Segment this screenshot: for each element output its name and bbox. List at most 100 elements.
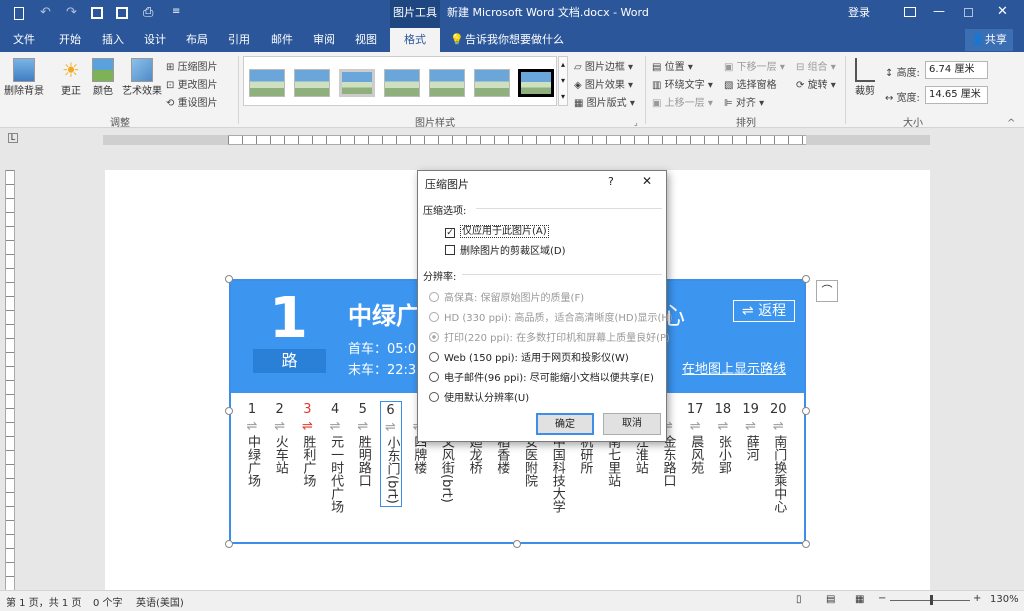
change-picture-button[interactable]: ⊡ 更改图片 (166, 76, 218, 91)
web-layout-icon[interactable]: ▦ (855, 594, 864, 605)
redo-icon[interactable]: ↷ (66, 5, 77, 20)
gallery-scroll[interactable]: ▴ ▾ ▾ (558, 56, 568, 106)
zoom-level[interactable]: 130% (990, 594, 1019, 605)
tab-home[interactable]: 开始 (52, 28, 88, 52)
word-count[interactable]: 0 个字 (93, 594, 123, 609)
selection-pane-button[interactable]: ▧ 选择窗格 (724, 76, 777, 91)
picture-border-button[interactable]: ▱ 图片边框 ▾ (574, 58, 633, 73)
artistic-effects-button[interactable]: 艺术效果 (120, 58, 164, 97)
bus-stop: 18 ⇌ 张小郢 (712, 401, 734, 474)
bring-forward-icon: ▣ (652, 98, 665, 109)
corrections-button[interactable]: ☀ 更正 (56, 58, 86, 97)
picture-style-4[interactable] (384, 69, 420, 97)
picture-style-6[interactable] (474, 69, 510, 97)
res-default-radio[interactable]: 使用默认分辨率(U) (429, 389, 529, 404)
styles-launcher-icon[interactable]: ⌟ (634, 118, 638, 127)
resize-handle-bm[interactable] (513, 540, 521, 548)
picture-style-2[interactable] (294, 69, 330, 97)
save-icon[interactable] (91, 7, 103, 19)
resize-handle-tl[interactable] (225, 275, 233, 283)
picture-style-5[interactable] (429, 69, 465, 97)
tab-review[interactable]: 审阅 (306, 28, 342, 52)
radio-icon (429, 392, 439, 402)
reset-picture-button[interactable]: ⟲ 重设图片 (166, 94, 218, 109)
layout-options-icon[interactable]: ⌒ (816, 280, 838, 302)
group-button[interactable]: ⊟ 组合 ▾ (796, 58, 836, 73)
group-icon: ⊟ (796, 62, 808, 73)
res-print-radio[interactable]: 打印(220 ppi): 在多数打印机和屏幕上质量良好(P) (429, 329, 670, 344)
res-hd-label: HD (330 ppi): 高品质，适合高清晰度(HD)显示(H) (444, 313, 673, 324)
picture-style-7[interactable] (518, 69, 554, 97)
resize-handle-br[interactable] (802, 540, 810, 548)
print-preview-icon[interactable]: ⎙ (143, 5, 153, 20)
restore-icon[interactable] (964, 8, 973, 17)
height-input[interactable]: 6.74 厘米 (925, 61, 988, 79)
ruler-text-area (228, 135, 806, 145)
read-mode-icon[interactable]: ▯ (796, 594, 802, 605)
radio-icon (429, 312, 439, 322)
apply-only-checkbox[interactable]: ✓ 仅应用于此图片(A) (445, 222, 549, 238)
direction-arrow-icon: ⇌ (717, 419, 729, 434)
rotate-button[interactable]: ⟳ 旋转 ▾ (796, 76, 836, 91)
compress-pictures-button[interactable]: ⊞ 压缩图片 (166, 58, 218, 73)
send-backward-button[interactable]: ▣ 下移一层 ▾ (724, 58, 785, 73)
color-button[interactable]: 颜色 (89, 58, 117, 97)
layout-icon: ▦ (574, 98, 587, 109)
delete-cropped-checkbox[interactable]: 删除图片的剪裁区域(D) (445, 242, 566, 257)
picture-layout-button[interactable]: ▦ 图片版式 ▾ (574, 94, 635, 109)
cancel-button[interactable]: 取消 (603, 413, 661, 435)
crop-button[interactable]: 裁剪 (850, 58, 880, 97)
zoom-slider-thumb[interactable] (930, 595, 933, 605)
picture-style-1[interactable] (249, 69, 285, 97)
ok-button[interactable]: 确定 (536, 413, 594, 435)
tab-layout[interactable]: 布局 (179, 28, 215, 52)
res-hd-radio[interactable]: HD (330 ppi): 高品质，适合高清晰度(HD)显示(H) (429, 309, 673, 324)
page-count[interactable]: 第 1 页，共 1 页 (6, 594, 81, 609)
tab-design[interactable]: 设计 (137, 28, 173, 52)
tab-references[interactable]: 引用 (221, 28, 257, 52)
resize-handle-tr[interactable] (802, 275, 810, 283)
tell-me-search[interactable]: 告诉我你想要做什么 (465, 28, 564, 52)
res-email-radio[interactable]: 电子邮件(96 ppi): 尽可能缩小文档以便共享(E) (429, 369, 654, 384)
tab-insert[interactable]: 插入 (95, 28, 131, 52)
res-high-fidelity-radio[interactable]: 高保真: 保留原始图片的质量(F) (429, 289, 584, 304)
wrap-text-button[interactable]: ▥ 环绕文字 ▾ (652, 76, 713, 91)
undo-icon[interactable]: ↶ (40, 5, 51, 20)
tab-file[interactable]: 文件 (6, 28, 42, 52)
selection-pane-label: 选择窗格 (736, 80, 777, 91)
share-button[interactable]: 👤共享 (965, 29, 1013, 51)
position-button[interactable]: ▤ 位置 ▾ (652, 58, 693, 73)
minimize-icon[interactable]: — (933, 4, 945, 18)
align-button[interactable]: ⊫ 对齐 ▾ (724, 94, 764, 109)
save-as-icon[interactable] (116, 7, 128, 19)
resize-handle-ml[interactable] (225, 407, 233, 415)
tab-format[interactable]: 格式 (390, 28, 440, 52)
direction-arrow-icon: ⇌ (357, 419, 369, 434)
resize-handle-bl[interactable] (225, 540, 233, 548)
resize-handle-mr[interactable] (802, 407, 810, 415)
zoom-in-button[interactable]: + (973, 593, 981, 604)
effects-label: 图片效果 (584, 80, 625, 91)
zoom-out-button[interactable]: − (878, 593, 886, 604)
language[interactable]: 英语(美国) (136, 594, 184, 609)
show-map-link[interactable]: 在地图上显示路线 (682, 358, 786, 377)
picture-style-3[interactable] (339, 69, 375, 97)
tab-selector-icon[interactable]: L (8, 133, 18, 143)
tab-mailings[interactable]: 邮件 (264, 28, 300, 52)
customize-qat-icon[interactable]: ≡ (172, 6, 180, 17)
picture-effects-button[interactable]: ◈ 图片效果 ▾ (574, 76, 633, 91)
close-dialog-button[interactable]: ✕ (642, 174, 652, 188)
bring-forward-button[interactable]: ▣ 上移一层 ▾ (652, 94, 713, 109)
print-layout-icon[interactable]: ▤ (826, 594, 835, 605)
remove-background-button[interactable]: 删除背景 (4, 58, 44, 97)
tab-view[interactable]: 视图 (348, 28, 384, 52)
res-web-radio[interactable]: Web (150 ppi): 适用于网页和投影仪(W) (429, 349, 629, 364)
ribbon-options-icon[interactable] (904, 7, 916, 17)
width-input[interactable]: 14.65 厘米 (925, 86, 988, 104)
stop-number: 20 (770, 402, 787, 417)
login-link[interactable]: 登录 (848, 0, 870, 26)
close-icon[interactable]: ✕ (997, 4, 1008, 19)
help-button[interactable]: ? (608, 175, 614, 188)
res-email-label: 电子邮件(96 ppi): 尽可能缩小文档以便共享(E) (444, 373, 654, 384)
return-route-button[interactable]: ⇌ 返程 (733, 300, 795, 322)
